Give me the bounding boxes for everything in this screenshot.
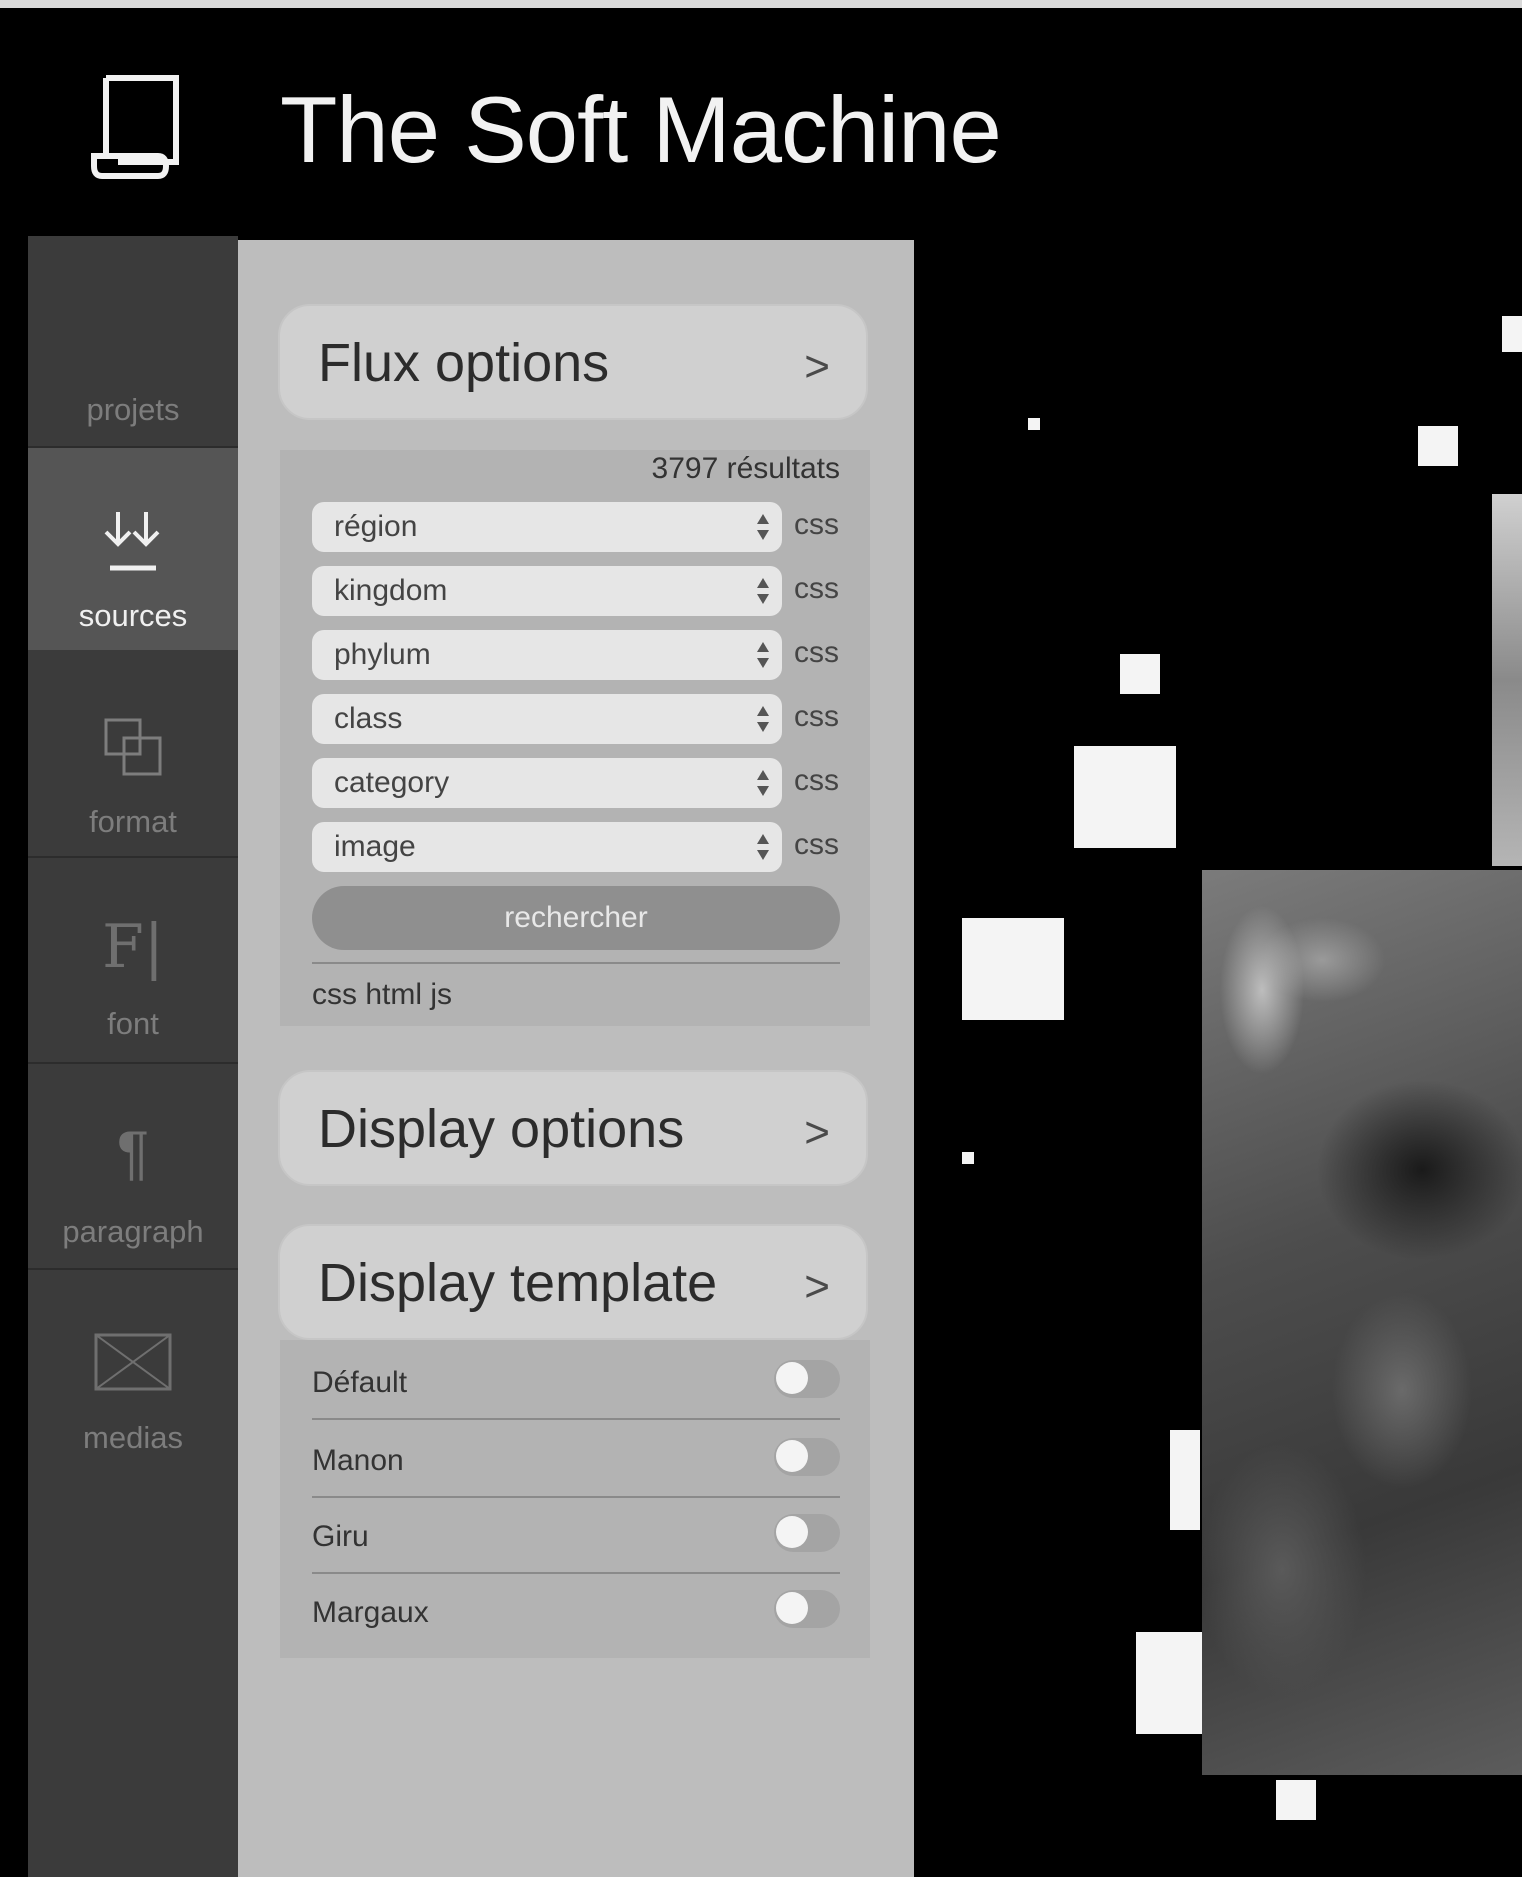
select-arrows-icon xyxy=(757,834,769,860)
filter-tag: css xyxy=(794,700,839,733)
pilcrow-icon: ¶ xyxy=(116,1119,150,1186)
select-value: phylum xyxy=(334,638,431,671)
preview-image xyxy=(1202,870,1522,1775)
template-toggle[interactable] xyxy=(774,1360,840,1398)
app-header: The Soft Machine xyxy=(0,8,1522,232)
select-arrows-icon xyxy=(757,770,769,796)
select-value: image xyxy=(334,830,416,863)
image-placeholder-icon xyxy=(28,1332,238,1400)
select-value: class xyxy=(334,702,403,735)
filter-tag: css xyxy=(794,508,839,541)
search-button[interactable]: rechercher xyxy=(312,886,840,950)
display-options-header[interactable]: Display options > xyxy=(278,1070,868,1186)
template-name: Giru xyxy=(312,1520,369,1553)
top-strip xyxy=(0,0,1522,8)
select-value: kingdom xyxy=(334,574,448,607)
flux-options-body: 3797 résultats région css kingdom css ph… xyxy=(280,450,870,1026)
toggle-knob xyxy=(776,1516,808,1548)
results-count: 3797 résultats xyxy=(651,452,840,485)
sidebar-item-medias[interactable]: medias xyxy=(28,1270,238,1472)
filter-tag: css xyxy=(794,764,839,797)
template-name: Défault xyxy=(312,1366,408,1399)
pixel-block xyxy=(1170,1430,1200,1530)
filter-select-category[interactable]: category xyxy=(312,758,782,808)
app-title: The Soft Machine xyxy=(280,77,1002,182)
section-title: Display template xyxy=(318,1253,718,1313)
filter-select-region[interactable]: région xyxy=(312,502,782,552)
template-row: Giru xyxy=(312,1498,840,1574)
template-toggle[interactable] xyxy=(774,1590,840,1628)
sidebar-item-label: format xyxy=(89,804,177,839)
options-panel: Flux options > 3797 résultats région css… xyxy=(238,240,914,1877)
sidebar-item-font[interactable]: F| font xyxy=(28,858,238,1060)
select-arrows-icon xyxy=(757,642,769,668)
filter-select-phylum[interactable]: phylum xyxy=(312,630,782,680)
toggle-knob xyxy=(776,1362,808,1394)
sidebar-item-format[interactable]: format xyxy=(28,652,238,854)
template-row: Manon xyxy=(312,1422,840,1498)
template-row: Défault xyxy=(312,1344,840,1420)
select-value: région xyxy=(334,510,418,543)
sidebar-item-label: medias xyxy=(83,1420,183,1455)
display-template-header[interactable]: Display template > xyxy=(278,1224,868,1340)
chevron-right-icon: > xyxy=(804,1108,830,1157)
template-name: Manon xyxy=(312,1444,404,1477)
pixel-block xyxy=(1074,746,1176,848)
pixel-block xyxy=(1120,654,1160,694)
divider xyxy=(312,962,840,964)
pixel-block xyxy=(962,918,1064,1020)
sidebar-rail: projets sources format F| font ¶ paragra… xyxy=(28,236,238,1877)
toggle-knob xyxy=(776,1440,808,1472)
sidebar-item-projets[interactable]: projets xyxy=(28,236,238,446)
filter-select-class[interactable]: class xyxy=(312,694,782,744)
sidebar-item-label: font xyxy=(107,1006,159,1041)
divider xyxy=(312,1418,840,1420)
sidebar-item-paragraph[interactable]: ¶ paragraph xyxy=(28,1064,238,1266)
pixel-block xyxy=(1028,418,1040,430)
template-toggle[interactable] xyxy=(774,1438,840,1476)
sidebar-item-sources[interactable]: sources xyxy=(28,448,238,650)
toggle-knob xyxy=(776,1592,808,1624)
format-links: css html js xyxy=(312,978,453,1011)
section-title: Flux options xyxy=(318,333,610,393)
section-title: Display options xyxy=(318,1099,685,1159)
filter-select-image[interactable]: image xyxy=(312,822,782,872)
display-template-body: Défault Manon Giru Margaux xyxy=(280,1340,870,1658)
sidebar-item-label: sources xyxy=(78,598,188,633)
layers-icon xyxy=(28,714,238,788)
filter-tag: css xyxy=(794,828,839,861)
chevron-right-icon: > xyxy=(804,1262,830,1311)
preview-image xyxy=(1492,494,1522,866)
pixel-block xyxy=(1418,426,1458,466)
select-arrows-icon xyxy=(757,706,769,732)
filter-select-kingdom[interactable]: kingdom xyxy=(312,566,782,616)
select-arrows-icon xyxy=(757,578,769,604)
download-icon xyxy=(28,504,238,584)
select-value: category xyxy=(334,766,450,799)
select-arrows-icon xyxy=(757,514,769,540)
chevron-right-icon: > xyxy=(804,342,830,391)
flux-options-header[interactable]: Flux options > xyxy=(278,304,868,420)
sidebar-item-label: projets xyxy=(86,392,180,427)
font-icon: F| xyxy=(102,912,164,982)
template-row: Margaux xyxy=(312,1574,840,1650)
filter-tag: css xyxy=(794,636,839,669)
pixel-block xyxy=(1276,1780,1316,1820)
pixel-block xyxy=(962,1152,974,1164)
filter-tag: css xyxy=(794,572,839,605)
preview-canvas[interactable] xyxy=(914,232,1522,1877)
sidebar-item-label: paragraph xyxy=(62,1214,204,1249)
pixel-block xyxy=(1502,316,1522,352)
pixel-block xyxy=(1136,1632,1202,1734)
scroll-icon xyxy=(91,75,179,179)
template-name: Margaux xyxy=(312,1596,429,1629)
template-toggle[interactable] xyxy=(774,1514,840,1552)
